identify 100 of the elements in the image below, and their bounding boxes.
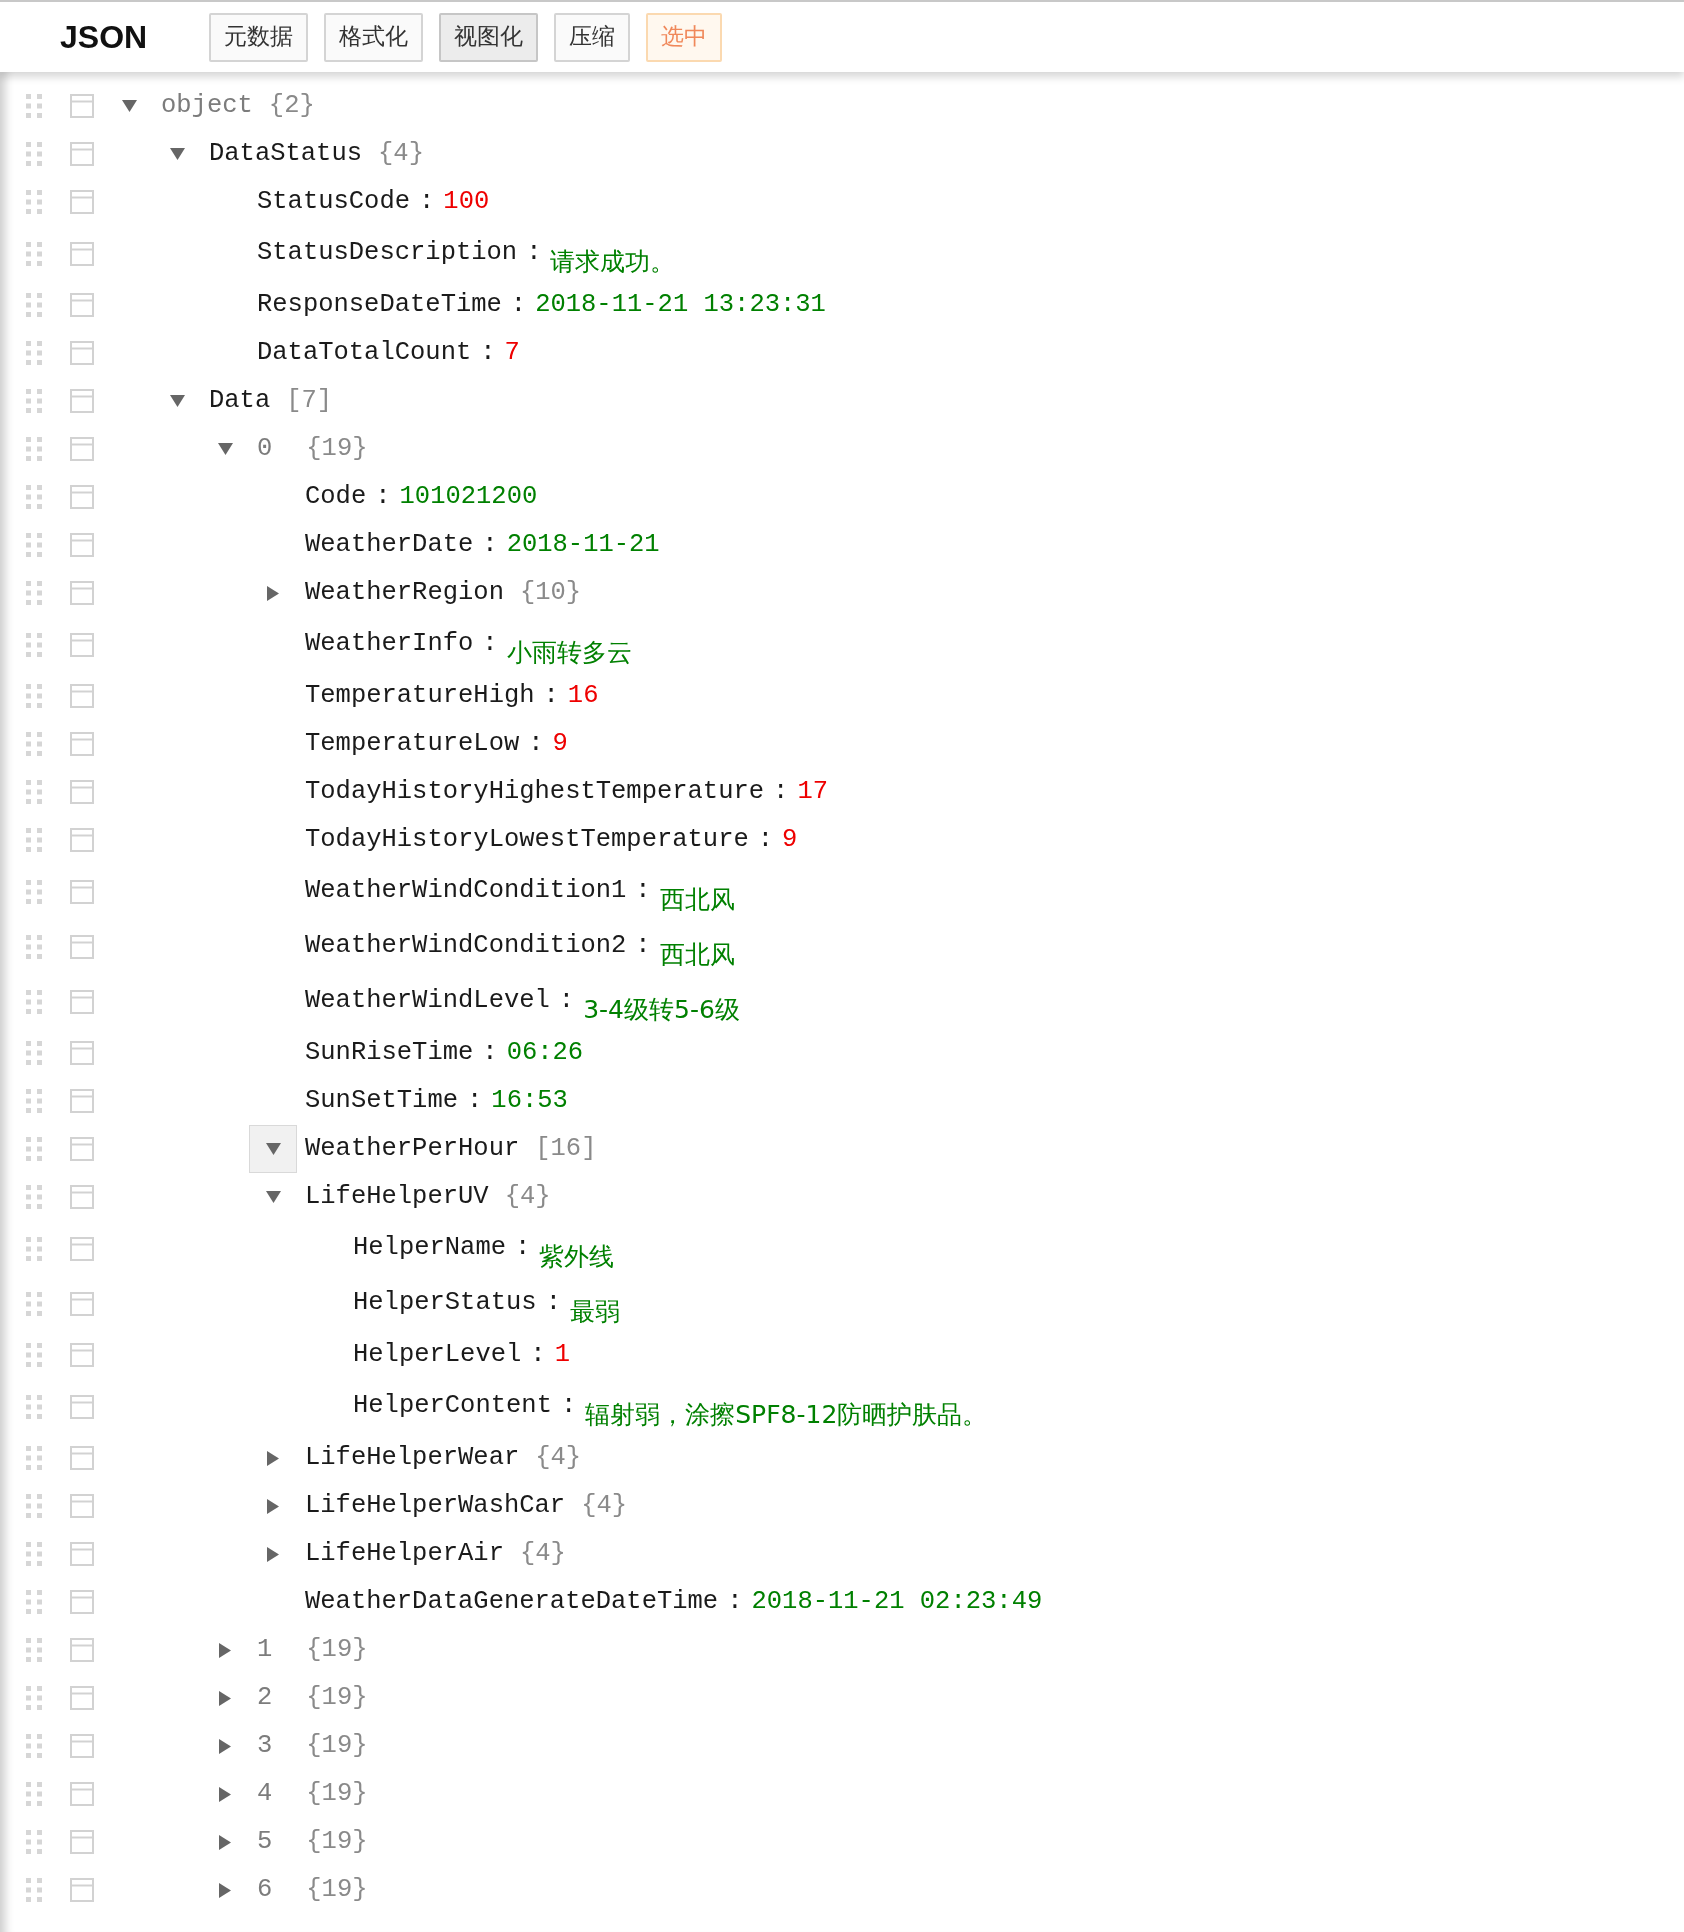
window-icon[interactable] bbox=[70, 1291, 94, 1316]
drag-handle-icon[interactable] bbox=[26, 1343, 42, 1367]
field-key: TemperatureLow bbox=[305, 724, 520, 764]
string-value: 101021200 bbox=[399, 480, 538, 513]
drag-handle-icon[interactable] bbox=[26, 780, 42, 804]
drag-handle-icon[interactable] bbox=[26, 1394, 42, 1419]
field-key: Data bbox=[209, 381, 271, 421]
window-icon[interactable] bbox=[70, 190, 94, 214]
window-icon[interactable] bbox=[70, 780, 94, 804]
drag-handle-icon[interactable] bbox=[26, 1089, 42, 1113]
drag-handle-icon[interactable] bbox=[26, 1686, 42, 1710]
index-label: 5 bbox=[257, 1825, 273, 1858]
window-icon[interactable] bbox=[70, 94, 94, 118]
window-icon[interactable] bbox=[70, 1494, 94, 1518]
window-icon[interactable] bbox=[70, 485, 94, 509]
index-label: 3 bbox=[257, 1729, 273, 1762]
field-key: TodayHistoryHighestTemperature bbox=[305, 772, 765, 812]
drag-handle-icon[interactable] bbox=[26, 1494, 42, 1518]
drag-handle-icon[interactable] bbox=[26, 437, 42, 461]
drag-handle-icon[interactable] bbox=[26, 241, 42, 266]
colon: : bbox=[480, 336, 496, 369]
window-icon[interactable] bbox=[70, 437, 94, 461]
window-icon[interactable] bbox=[70, 1041, 94, 1065]
window-icon[interactable] bbox=[70, 1236, 94, 1261]
window-icon[interactable] bbox=[70, 1446, 94, 1470]
drag-handle-icon[interactable] bbox=[26, 1734, 42, 1758]
window-icon[interactable] bbox=[70, 934, 94, 959]
window-icon[interactable] bbox=[70, 1394, 94, 1419]
window-icon[interactable] bbox=[70, 1185, 94, 1209]
drag-handle-icon[interactable] bbox=[26, 341, 42, 365]
drag-handle-icon[interactable] bbox=[26, 1291, 42, 1316]
drag-handle-icon[interactable] bbox=[26, 190, 42, 214]
drag-handle-icon[interactable] bbox=[26, 1137, 42, 1161]
window-icon[interactable] bbox=[70, 1830, 94, 1854]
drag-handle-icon[interactable] bbox=[26, 1782, 42, 1806]
drag-handle-icon[interactable] bbox=[26, 1638, 42, 1662]
index-label: 0 bbox=[257, 432, 273, 465]
window-icon[interactable] bbox=[70, 989, 94, 1014]
string-value: 06:26 bbox=[506, 1036, 584, 1069]
item-count: {19} bbox=[306, 432, 368, 465]
drag-handle-icon[interactable] bbox=[26, 632, 42, 657]
window-icon[interactable] bbox=[70, 533, 94, 557]
drag-handle-icon[interactable] bbox=[26, 934, 42, 959]
window-icon[interactable] bbox=[70, 879, 94, 904]
window-icon[interactable] bbox=[70, 1089, 94, 1113]
drag-handle-icon[interactable] bbox=[26, 1830, 42, 1854]
window-icon[interactable] bbox=[70, 1638, 94, 1662]
window-icon[interactable] bbox=[70, 684, 94, 708]
field-key: TemperatureHigh bbox=[305, 676, 535, 716]
drag-handle-icon[interactable] bbox=[26, 1041, 42, 1065]
window-icon[interactable] bbox=[70, 1590, 94, 1614]
window-icon[interactable] bbox=[70, 1878, 94, 1902]
index-label: 1 bbox=[257, 1633, 273, 1666]
toolbar-button[interactable]: 压缩 bbox=[554, 12, 631, 62]
drag-handle-icon[interactable] bbox=[26, 1446, 42, 1470]
drag-handle-icon[interactable] bbox=[26, 1590, 42, 1614]
window-icon[interactable] bbox=[70, 241, 94, 266]
app-title: JSON bbox=[60, 18, 148, 57]
toolbar-button[interactable]: 视图化 bbox=[439, 12, 539, 62]
drag-handle-icon[interactable] bbox=[26, 581, 42, 605]
drag-handle-icon[interactable] bbox=[26, 879, 42, 904]
drag-handle-icon[interactable] bbox=[26, 1878, 42, 1902]
field-key: LifeHelperUV bbox=[305, 1177, 489, 1217]
drag-handle-icon[interactable] bbox=[26, 485, 42, 509]
window-icon[interactable] bbox=[70, 341, 94, 365]
drag-handle-icon[interactable] bbox=[26, 684, 42, 708]
field-key: TodayHistoryLowestTemperature bbox=[305, 820, 749, 860]
window-icon[interactable] bbox=[70, 1734, 94, 1758]
drag-handle-icon[interactable] bbox=[26, 732, 42, 756]
string-value: 辐射弱，涂擦SPF8-12防晒护肤品。 bbox=[585, 1398, 988, 1431]
drag-handle-icon[interactable] bbox=[26, 1185, 42, 1209]
drag-handle-icon[interactable] bbox=[26, 989, 42, 1014]
drag-handle-icon[interactable] bbox=[26, 94, 42, 118]
window-icon[interactable] bbox=[70, 1782, 94, 1806]
window-icon[interactable] bbox=[70, 293, 94, 317]
drag-handle-icon[interactable] bbox=[26, 828, 42, 852]
window-icon[interactable] bbox=[70, 1343, 94, 1367]
colon: : bbox=[543, 679, 559, 712]
drag-handle-icon[interactable] bbox=[26, 389, 42, 413]
window-icon[interactable] bbox=[70, 632, 94, 657]
window-icon[interactable] bbox=[70, 828, 94, 852]
window-icon[interactable] bbox=[70, 1686, 94, 1710]
window-icon[interactable] bbox=[70, 1542, 94, 1566]
field-key: WeatherPerHour bbox=[305, 1129, 520, 1169]
drag-handle-icon[interactable] bbox=[26, 1542, 42, 1566]
item-count: {4} bbox=[504, 1180, 551, 1213]
window-icon[interactable] bbox=[70, 1137, 94, 1161]
toolbar-button[interactable]: 格式化 bbox=[324, 12, 424, 62]
window-icon[interactable] bbox=[70, 389, 94, 413]
colon: : bbox=[526, 237, 542, 270]
drag-handle-icon[interactable] bbox=[26, 533, 42, 557]
drag-handle-icon[interactable] bbox=[26, 293, 42, 317]
drag-handle-icon[interactable] bbox=[26, 1236, 42, 1261]
drag-handle-icon[interactable] bbox=[26, 142, 42, 166]
window-icon[interactable] bbox=[70, 581, 94, 605]
expand-toggle[interactable] bbox=[249, 1125, 297, 1173]
field-key: HelperName bbox=[353, 1229, 507, 1268]
window-icon[interactable] bbox=[70, 732, 94, 756]
window-icon[interactable] bbox=[70, 142, 94, 166]
toolbar-button[interactable]: 元数据 bbox=[209, 12, 309, 62]
